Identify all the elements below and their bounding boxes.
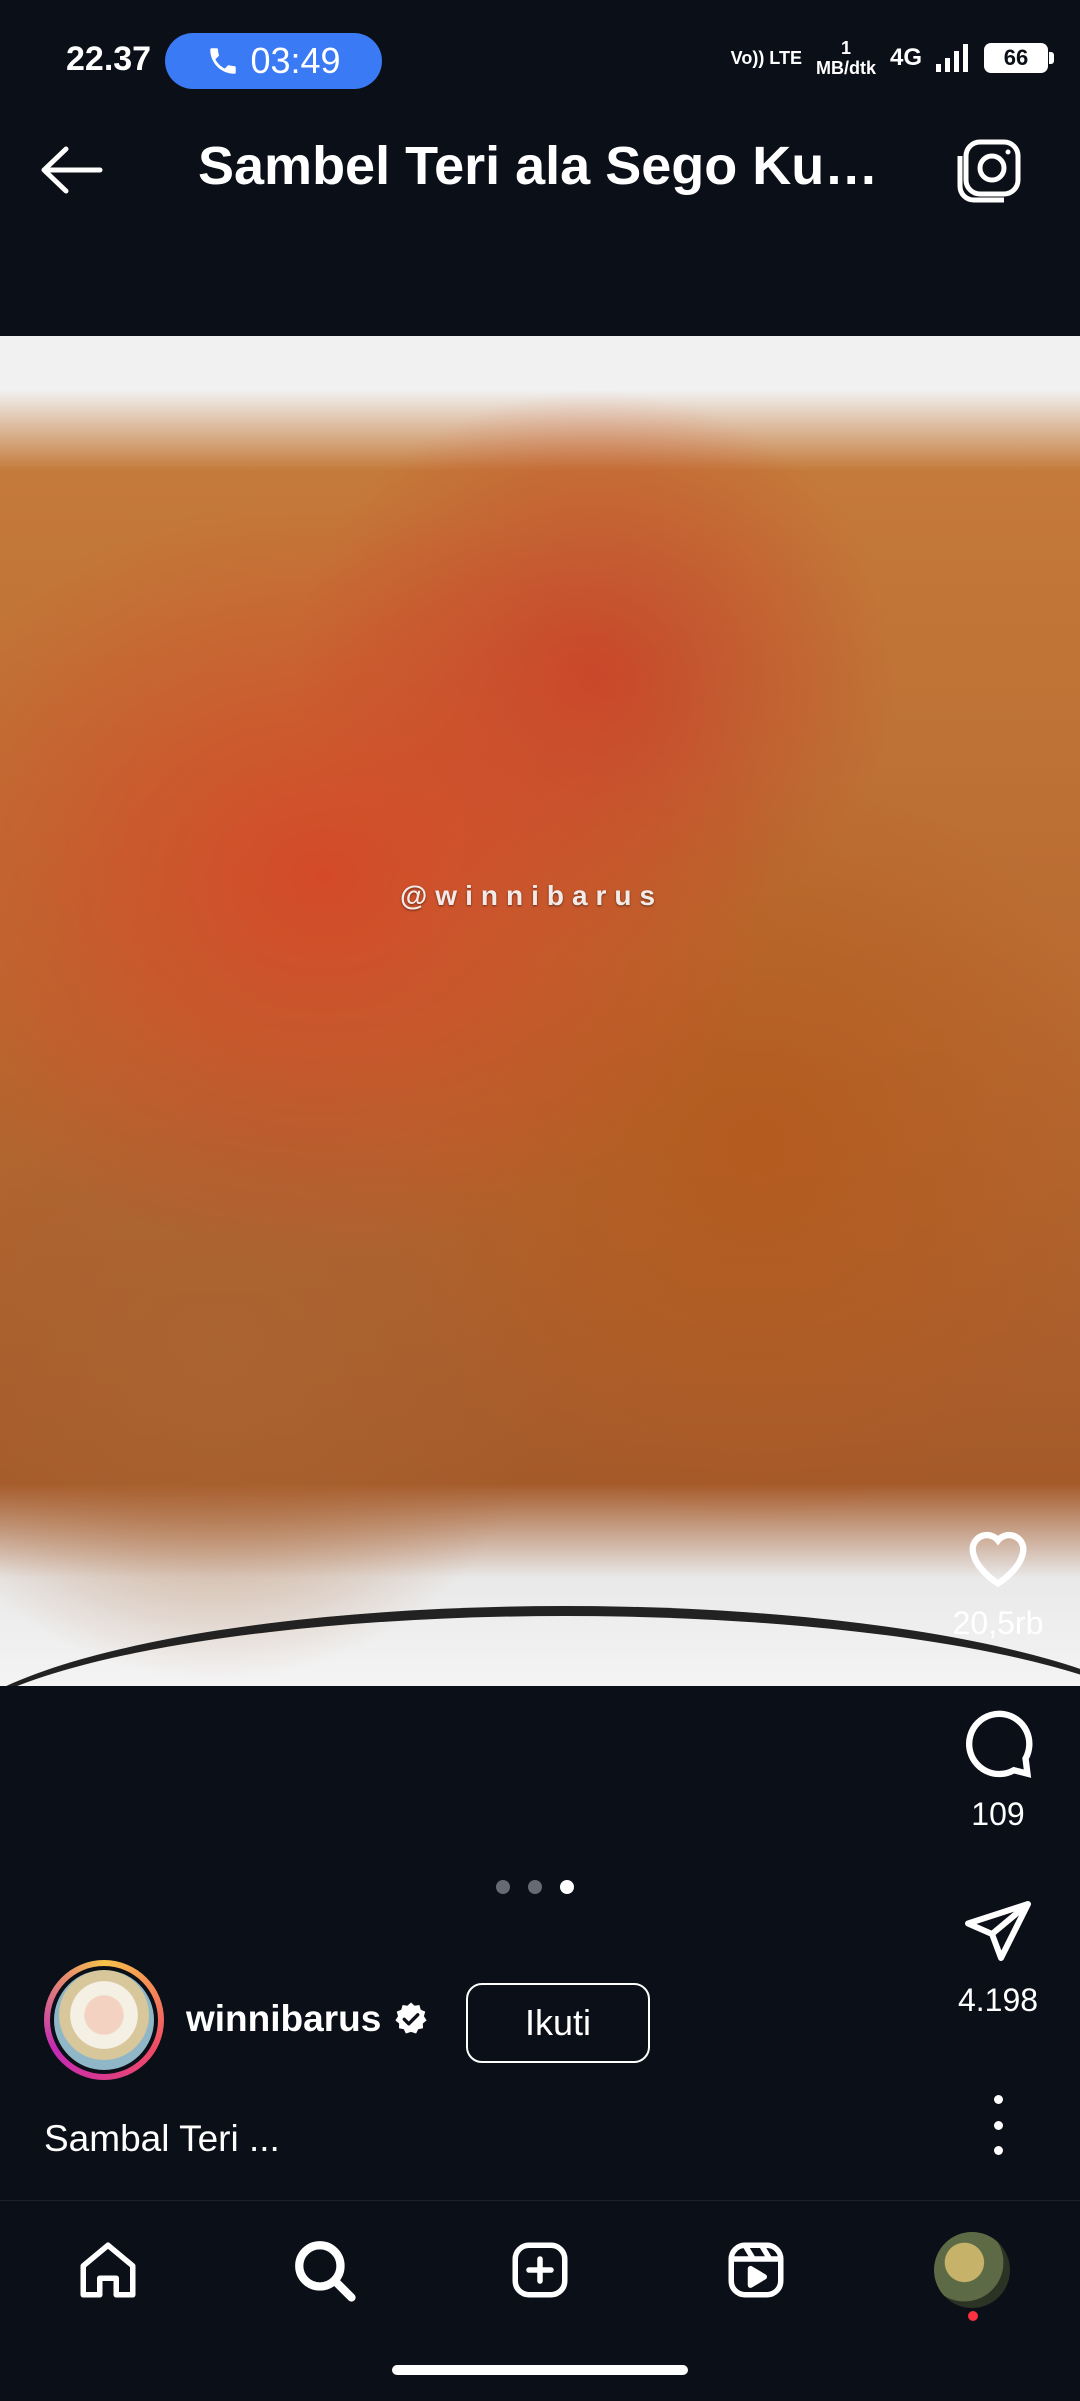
follow-button[interactable]: Ikuti — [466, 1983, 650, 2063]
verified-badge-icon — [395, 2002, 427, 2034]
ongoing-call-pill[interactable]: 03:49 — [165, 33, 382, 89]
back-button[interactable] — [38, 125, 118, 215]
share-count: 4.198 — [957, 1982, 1039, 2018]
status-indicators: Vo)) LTE 1 MB/dtk 4G 66 — [730, 38, 1054, 78]
more-dot-icon — [993, 2146, 1003, 2155]
camera-icon — [957, 139, 1021, 203]
search-icon — [295, 2241, 356, 2302]
home-icon — [80, 2242, 136, 2298]
home-indicator-bar[interactable] — [392, 2365, 688, 2375]
data-rate: 1 MB/dtk — [816, 38, 876, 78]
notification-dot — [968, 2311, 978, 2321]
data-rate-value: 1 — [840, 38, 851, 58]
signal-icon — [936, 44, 968, 72]
volte-indicator: Vo)) LTE — [730, 47, 802, 68]
reels-icon — [728, 2242, 784, 2298]
data-rate-unit: MB/dtk — [815, 58, 876, 78]
phone-icon — [210, 48, 237, 74]
status-time: 22.37 — [66, 40, 152, 78]
author-username-link[interactable]: winnibarus — [186, 1998, 429, 2040]
nav-search-tab[interactable] — [274, 2225, 374, 2315]
page-title: Sambel Teri ala Sego Kuci... — [198, 136, 898, 196]
call-timer: 03:49 — [250, 40, 341, 81]
more-dot-icon — [993, 2120, 1003, 2130]
nav-create-tab[interactable] — [490, 2225, 590, 2315]
like-count: 20,5rb — [952, 1605, 1044, 1641]
add-icon — [512, 2242, 568, 2298]
carousel-dot-active — [560, 1880, 574, 1894]
image-watermark: @winnibarus — [400, 880, 664, 911]
send-icon — [965, 1901, 1031, 1961]
nav-home-tab[interactable] — [58, 2225, 158, 2315]
arrow-left-icon — [41, 146, 103, 194]
camera-button[interactable] — [956, 138, 1028, 210]
more-options-button[interactable] — [978, 2095, 1018, 2155]
author-avatar[interactable] — [44, 1960, 164, 2080]
carousel-indicator — [496, 1880, 574, 1894]
carousel-dot — [528, 1880, 542, 1894]
carousel-dot — [496, 1880, 510, 1894]
avatar-photo — [54, 1970, 154, 2070]
comment-button[interactable]: 109 — [938, 1705, 1058, 1833]
network-type: 4G — [889, 44, 922, 71]
like-button[interactable]: 20,5rb — [938, 1520, 1058, 1642]
more-dot-icon — [993, 2095, 1003, 2104]
profile-avatar — [934, 2232, 1010, 2308]
author-username: winnibarus — [186, 1998, 382, 2039]
nav-reels-tab[interactable] — [706, 2225, 806, 2315]
plate-rim — [0, 1606, 1080, 1686]
post-image[interactable] — [0, 336, 1080, 1686]
heart-icon — [969, 1531, 1027, 1588]
comment-icon — [966, 1710, 1033, 1778]
share-button[interactable]: 4.198 — [938, 1895, 1058, 2019]
battery-indicator: 66 — [984, 43, 1054, 73]
nav-profile-tab[interactable] — [922, 2225, 1022, 2315]
post-caption[interactable]: Sambal Teri ... — [44, 2118, 280, 2160]
comment-count: 109 — [971, 1796, 1025, 1832]
